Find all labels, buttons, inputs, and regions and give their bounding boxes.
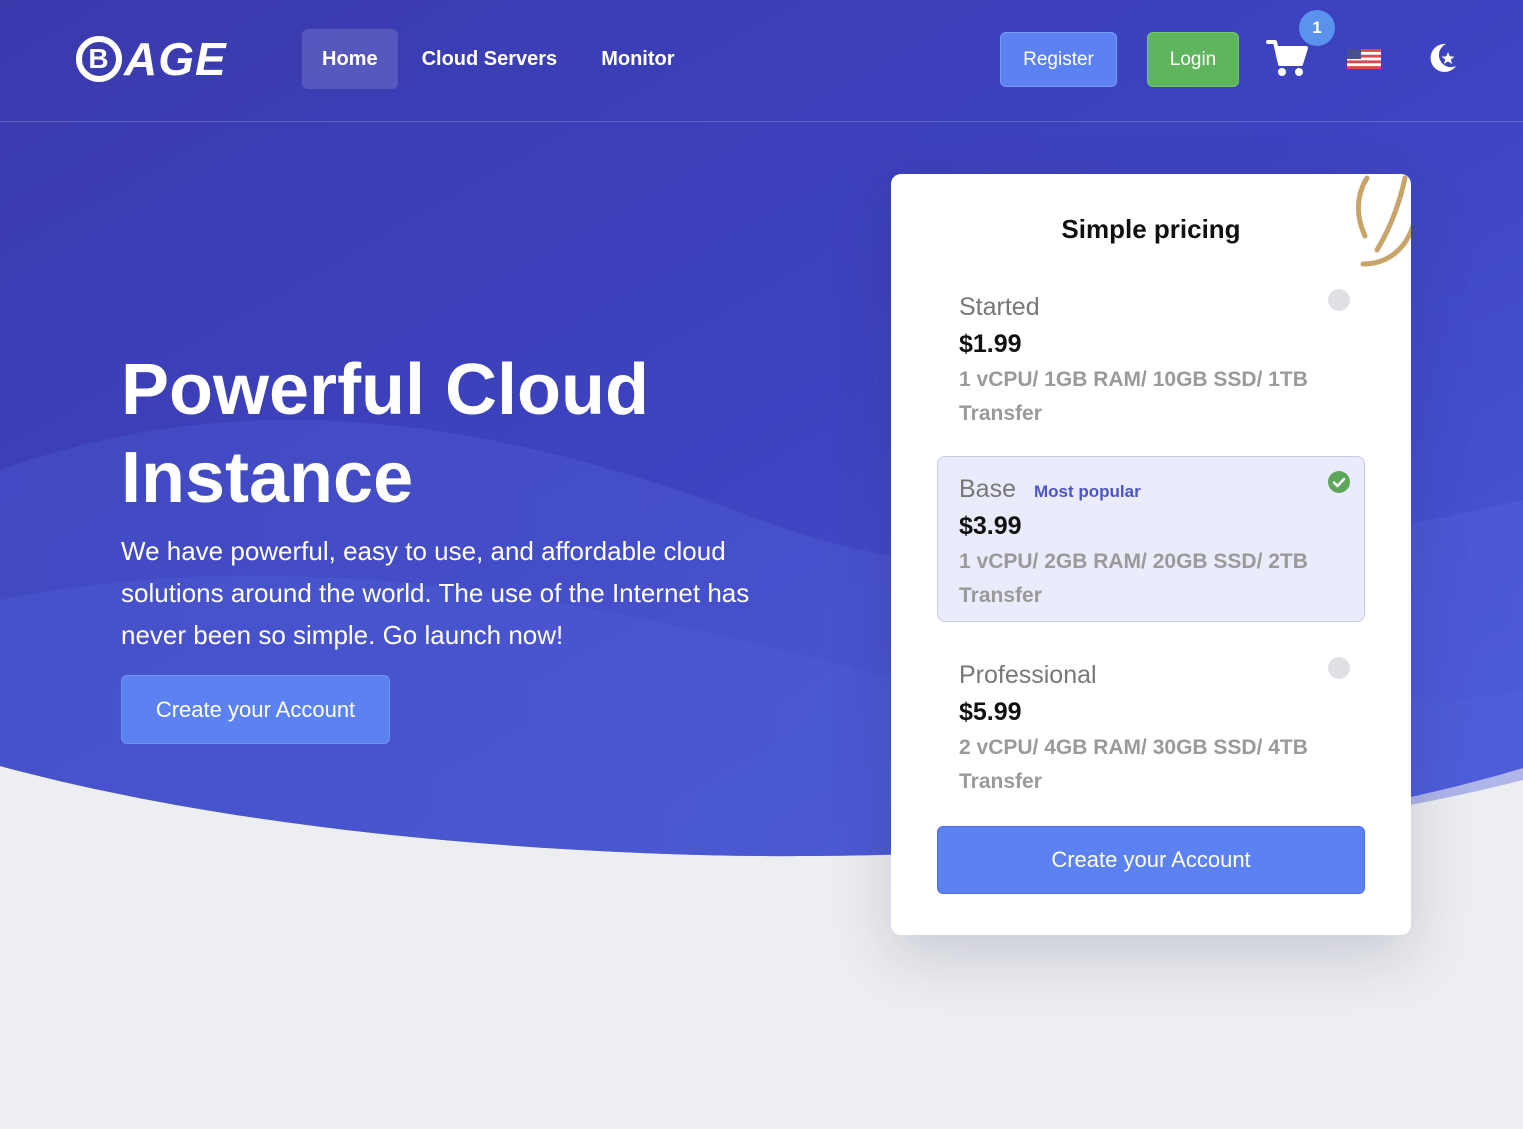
hero-title-line-1: Powerful Cloud (121, 350, 649, 430)
top-navbar: B AGE Home Cloud Servers Monitor Registe… (0, 0, 1523, 122)
plan-header: Professional (959, 661, 1344, 690)
pricing-title: Simple pricing (1061, 214, 1241, 244)
plan-name: Professional (959, 661, 1097, 689)
plan-option-started[interactable]: Started $1.99 1 vCPU/ 1GB RAM/ 10GB SSD/… (937, 274, 1365, 440)
nav-link-cloud-servers[interactable]: Cloud Servers (402, 29, 578, 89)
plan-price: $3.99 (959, 512, 1022, 540)
plan-name: Started (959, 293, 1040, 321)
plan-header: Base Most popular (959, 475, 1344, 504)
plan-option-base[interactable]: Base Most popular $3.99 1 vCPU/ 2GB RAM/… (937, 456, 1365, 622)
moon-star-icon[interactable] (1424, 40, 1460, 76)
brand-logo[interactable]: B AGE (76, 33, 227, 85)
hero-title: Powerful Cloud Instance (121, 346, 801, 522)
login-button[interactable]: Login (1147, 32, 1239, 87)
logo-text: AGE (124, 33, 227, 85)
logo-mark: B (76, 36, 122, 82)
most-popular-badge: Most popular (1033, 482, 1141, 501)
nav-link-monitor[interactable]: Monitor (581, 29, 694, 89)
plan-header: Started (959, 293, 1344, 322)
pricing-card: Simple pricing Started $1.99 1 vCPU/ 1GB… (891, 174, 1411, 935)
pricing-create-account-button[interactable]: Create your Account (937, 826, 1365, 894)
shopping-cart-icon[interactable] (1266, 38, 1308, 78)
check-circle-icon[interactable] (1328, 471, 1350, 493)
plan-name: Base (959, 475, 1016, 503)
radio-unselected-icon[interactable] (1328, 289, 1350, 311)
plan-specs: 2 vCPU/ 4GB RAM/ 30GB SSD/ 4TB Transfer (959, 736, 1308, 793)
plan-price: $5.99 (959, 698, 1022, 726)
hero-create-account-button[interactable]: Create your Account (121, 675, 390, 744)
hero-title-line-2: Instance (121, 438, 414, 518)
register-button[interactable]: Register (1000, 32, 1117, 87)
plan-specs: 1 vCPU/ 1GB RAM/ 10GB SSD/ 1TB Transfer (959, 368, 1308, 425)
cart-count-badge: 1 (1299, 10, 1335, 46)
hero-description: We have powerful, easy to use, and affor… (121, 536, 750, 650)
plan-specs: 1 vCPU/ 2GB RAM/ 20GB SSD/ 2TB Transfer (959, 550, 1308, 607)
plan-option-professional[interactable]: Professional $5.99 2 vCPU/ 4GB RAM/ 30GB… (937, 642, 1365, 808)
nav-links: Home Cloud Servers Monitor (302, 29, 695, 89)
us-flag-icon[interactable] (1347, 49, 1381, 69)
nav-link-home[interactable]: Home (302, 29, 398, 89)
plan-price: $1.99 (959, 330, 1022, 358)
radio-unselected-icon[interactable] (1328, 657, 1350, 679)
